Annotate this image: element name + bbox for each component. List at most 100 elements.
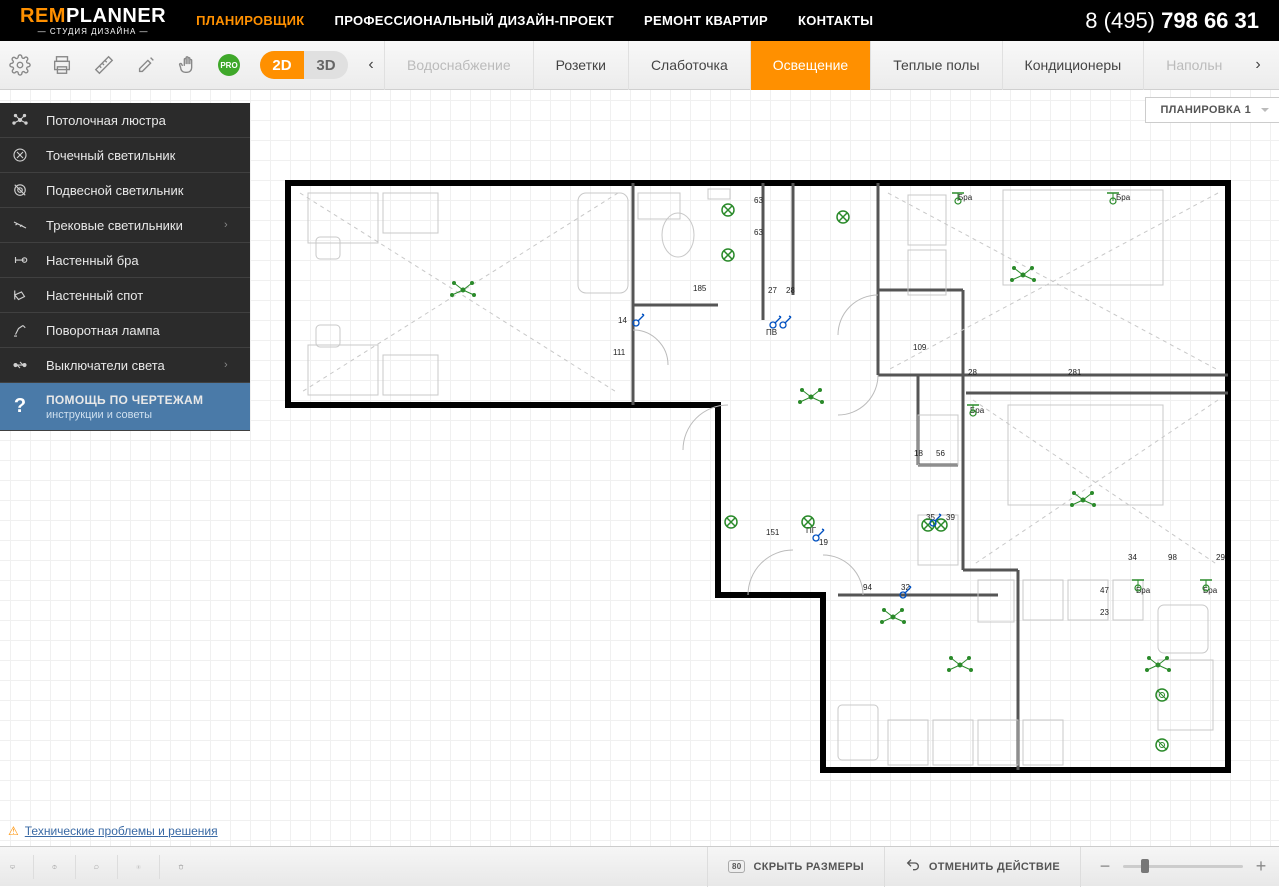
settings-gear-icon[interactable] [8,53,32,77]
chevron-right-icon: › [224,219,250,231]
zoom-out-button[interactable]: − [1097,859,1113,875]
sidebar-item-light-switches[interactable]: Выключатели света › [0,348,250,383]
hide-dims-label: СКРЫТЬ РАЗМЕРЫ [753,861,863,873]
svg-text:98: 98 [1168,553,1177,562]
hand-icon[interactable] [176,53,200,77]
sidebar-label: Подвесной светильник [40,183,224,198]
svg-text:28: 28 [968,368,977,377]
ruler-icon[interactable] [92,53,116,77]
logo-part2: PLANNER [66,5,166,27]
svg-text:47: 47 [1100,586,1109,595]
svg-text:63: 63 [754,196,763,205]
switch-icon [0,356,40,374]
warning-icon: ⚠ [8,824,19,838]
print-icon[interactable] [50,53,74,77]
svg-text:27: 27 [768,286,777,295]
tab-outlets[interactable]: Розетки [533,41,628,90]
logo-subtitle: — СТУДИЯ ДИЗАЙНА — [38,27,149,36]
sidebar-label: Точечный светильник [40,148,224,163]
undo-label: ОТМЕНИТЬ ДЕЙСТВИЕ [929,861,1060,873]
footer-bar: 80 СКРЫТЬ РАЗМЕРЫ ОТМЕНИТЬ ДЕЙСТВИЕ − + [0,846,1279,886]
floorplan-canvas[interactable]: 125 233 75 63 63 185 27 28 14 111 109 28… [278,175,1238,775]
help-icon[interactable] [52,855,76,879]
sidebar-label: Настенный спот [40,288,224,303]
track-light-icon [0,216,40,234]
svg-text:111: 111 [613,348,626,357]
tab-flooring[interactable]: Напольн [1143,41,1244,90]
settings-icon[interactable] [136,855,160,879]
sidebar-label: Настенный бра [40,253,224,268]
logo[interactable]: REMPLANNER — СТУДИЯ ДИЗАЙНА — [20,6,166,36]
tab-water-supply[interactable]: Водоснабжение [384,41,533,90]
svg-text:Бра: Бра [958,193,973,202]
chat-icon[interactable] [94,855,118,879]
lighting-tools-sidebar: Потолочная люстра Точечный светильник По… [0,103,250,431]
sidebar-item-wall-spot[interactable]: Настенный спот [0,278,250,313]
svg-text:28: 28 [786,286,795,295]
view-mode-toggle: 2D 3D [260,51,348,79]
trash-icon[interactable] [178,855,202,879]
svg-text:18: 18 [914,449,923,458]
sidebar-item-track-lights[interactable]: Трековые светильники › [0,208,250,243]
svg-text:63: 63 [754,228,763,237]
undo-button[interactable]: ОТМЕНИТЬ ДЕЙСТВИЕ [884,847,1060,887]
sidebar-item-wall-sconce[interactable]: Настенный бра [0,243,250,278]
tabs-scroll-right-icon[interactable]: › [1245,41,1271,90]
question-icon: ? [0,395,40,418]
technical-issues-link[interactable]: ⚠ Технические проблемы и решения [8,824,218,838]
svg-text:34: 34 [1128,553,1137,562]
zoom-in-button[interactable]: + [1253,859,1269,875]
sidebar-help-title: ПОМОЩЬ ПО ЧЕРТЕЖАМинструкции и советы [40,393,250,421]
svg-text:14: 14 [618,316,627,325]
sidebar-item-help[interactable]: ? ПОМОЩЬ ПО ЧЕРТЕЖАМинструкции и советы [0,383,250,431]
sconce-icon [0,251,40,269]
logo-part1: REM [20,5,66,27]
tab-heated-floors[interactable]: Теплые полы [870,41,1001,90]
nav-renovation[interactable]: РЕМОНТ КВАРТИР [644,13,768,28]
svg-text:Бра: Бра [1116,193,1131,202]
main-nav: ПЛАНИРОВЩИК ПРОФЕССИОНАЛЬНЫЙ ДИЗАЙН-ПРОЕ… [196,13,873,28]
tab-lighting[interactable]: Освещение [750,41,870,90]
category-tabs: ‹ Водоснабжение Розетки Слаботочка Освещ… [358,41,1271,90]
pro-badge-icon[interactable]: PRO [218,54,240,76]
phone-number: 8 (495) 798 66 31 [1085,8,1259,34]
chandelier-icon [0,111,40,129]
svg-text:ПВ: ПВ [766,328,777,337]
pendant-icon [0,181,40,199]
svg-text:281: 281 [1068,368,1082,377]
nav-design-project[interactable]: ПРОФЕССИОНАЛЬНЫЙ ДИЗАЙН-ПРОЕКТ [335,13,614,28]
view-2d-button[interactable]: 2D [260,51,304,79]
swivel-lamp-icon [0,321,40,339]
tabs-scroll-left-icon[interactable]: ‹ [358,41,384,90]
svg-text:94: 94 [863,583,872,592]
svg-text:29: 29 [1216,553,1225,562]
sidebar-item-swivel-lamp[interactable]: Поворотная лампа [0,313,250,348]
sidebar-label: Выключатели света [40,358,224,373]
zoom-slider[interactable] [1123,865,1243,868]
svg-text:23: 23 [1100,608,1109,617]
nav-contacts[interactable]: КОНТАКТЫ [798,13,873,28]
zoom-control: − + [1080,847,1269,887]
undo-icon [905,857,921,876]
svg-text:32: 32 [901,583,910,592]
zoom-thumb[interactable] [1141,859,1149,873]
dim-count-badge: 80 [728,860,746,873]
app-header: REMPLANNER — СТУДИЯ ДИЗАЙНА — ПЛАНИРОВЩИ… [0,0,1279,41]
tab-air-conditioners[interactable]: Кондиционеры [1002,41,1144,90]
layout-selector-dropdown[interactable]: ПЛАНИРОВКА 1 [1145,97,1279,123]
monitor-icon[interactable] [10,855,34,879]
issues-label: Технические проблемы и решения [25,824,218,838]
sidebar-item-ceiling-chandelier[interactable]: Потолочная люстра [0,103,250,138]
sidebar-item-pendant[interactable]: Подвесной светильник [0,173,250,208]
chevron-right-icon: › [224,359,250,371]
svg-text:151: 151 [766,528,780,537]
sidebar-label: Поворотная лампа [40,323,224,338]
svg-text:109: 109 [913,343,927,352]
hide-dimensions-button[interactable]: 80 СКРЫТЬ РАЗМЕРЫ [707,847,864,887]
sidebar-label: Потолочная люстра [40,113,224,128]
tab-lowvoltage[interactable]: Слаботочка [628,41,750,90]
nav-planner[interactable]: ПЛАНИРОВЩИК [196,13,304,28]
tools-icon[interactable] [134,53,158,77]
view-3d-button[interactable]: 3D [304,51,348,79]
sidebar-item-spotlight[interactable]: Точечный светильник [0,138,250,173]
